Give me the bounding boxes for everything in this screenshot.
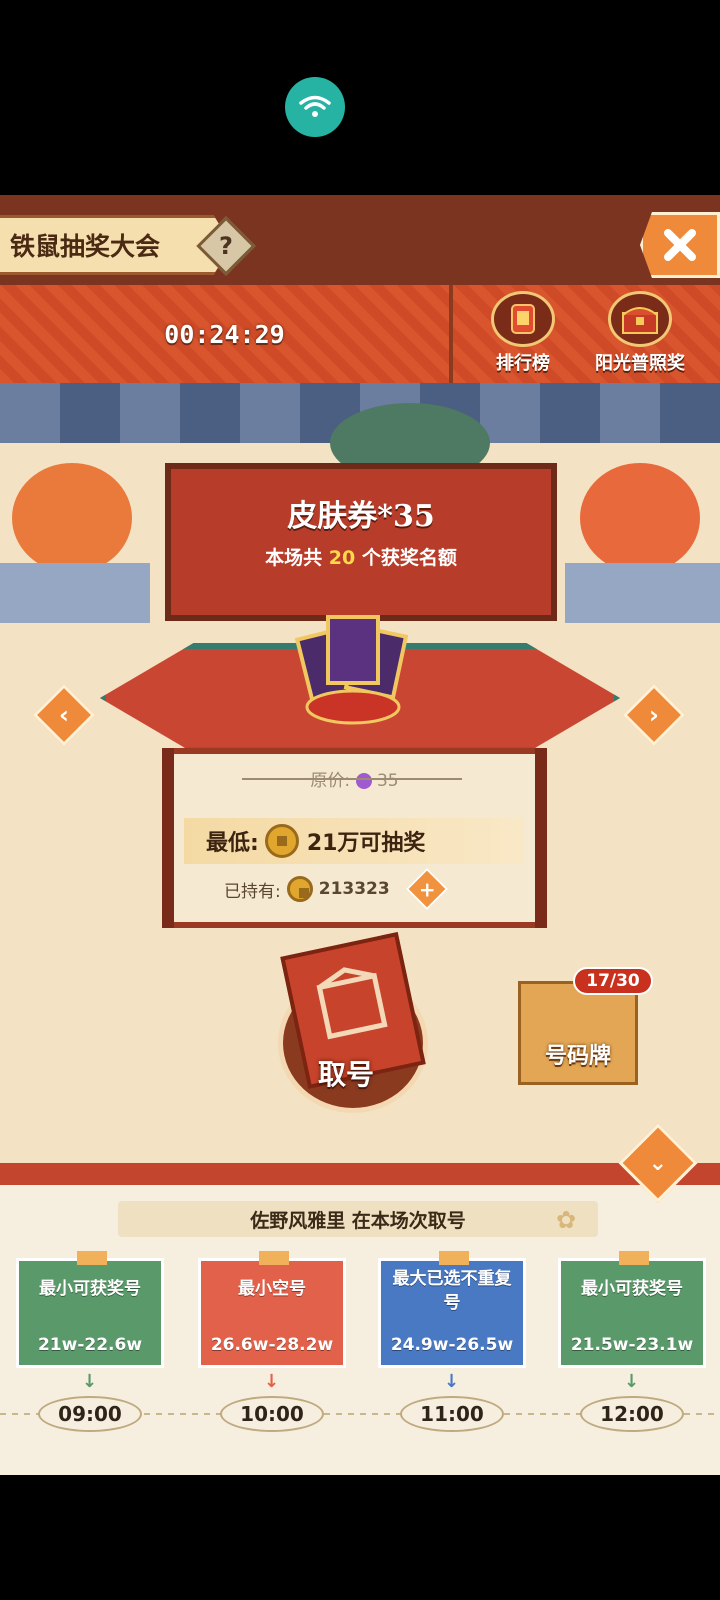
gold-coin-icon	[286, 876, 313, 902]
help-icon: ?	[219, 231, 233, 260]
countdown-box: 00:24:29	[0, 285, 453, 383]
lottery-screen: 铁鼠抽奖大会 ? 00:24:29 排行榜 阳光普照奖 皮肤券*35 本场共 2…	[0, 195, 720, 1475]
original-price-value: 35	[376, 771, 399, 791]
strikethrough	[242, 778, 462, 780]
page-title-text: 铁鼠抽奖大会	[10, 232, 161, 261]
number-range-card: 最小空号 26.6w-28.2w	[198, 1251, 346, 1368]
chevron-right-icon: ›	[649, 700, 659, 729]
sunshine-prize-button[interactable]: 阳光普照奖	[585, 291, 695, 381]
tape-pin	[77, 1251, 107, 1265]
time-slot[interactable]: 10:00	[220, 1396, 324, 1432]
range-value: 21w-22.6w	[37, 1335, 143, 1355]
tape-pin	[619, 1251, 649, 1265]
chevron-double-down-icon: ⌄	[648, 1150, 668, 1176]
flower-icon: ✿	[556, 1206, 577, 1234]
number-range-card: 最小可获奖号 21w-22.6w	[16, 1251, 164, 1368]
ranking-label: 排行榜	[496, 353, 550, 374]
original-price-label: 原价:	[310, 771, 351, 791]
range-type-label: 最小空号	[238, 1279, 306, 1299]
plus-icon: +	[418, 876, 436, 901]
treasure-chest-icon	[608, 291, 672, 347]
price-scroll: 原价: 35 最低: 21万可抽奖 已持有: 213323 +	[162, 748, 547, 928]
minimum-value: 21万可抽奖	[306, 831, 426, 856]
ranking-button[interactable]: 排行榜	[468, 291, 578, 381]
prize-stage: 皮肤券*35 本场共 20 个获奖名额 ‹ › 原价: 35 最低: 21万可抽…	[0, 383, 720, 1163]
time-slot[interactable]: 12:00	[580, 1396, 684, 1432]
orange-bush-right	[580, 463, 700, 573]
close-icon	[664, 229, 696, 261]
held-label: 已持有:	[224, 881, 281, 902]
range-type-label: 最小可获奖号	[39, 1279, 141, 1299]
range-value: 21.5w-23.1w	[570, 1335, 694, 1355]
original-price: 原价: 35	[174, 766, 535, 791]
minimum-label: 最低:	[206, 831, 259, 856]
number-card-count: 17/30	[573, 967, 653, 995]
tape-pin	[439, 1251, 469, 1265]
skin-voucher-icon	[290, 603, 420, 733]
prev-prize-button[interactable]: ‹	[32, 683, 96, 747]
countdown-timer: 00:24:29	[164, 319, 285, 349]
quota-suffix: 个获奖名额	[361, 547, 457, 569]
number-card-label: 号码牌	[544, 1044, 611, 1069]
gold-coin-icon	[264, 824, 299, 858]
tape-pin	[259, 1251, 289, 1265]
held-value: 213323	[318, 879, 390, 899]
close-button[interactable]	[640, 212, 720, 278]
quota-prefix: 本场共	[265, 547, 323, 569]
minimum-bid-row: 最低: 21万可抽奖	[184, 818, 524, 864]
add-coins-button[interactable]: +	[405, 867, 448, 911]
panel-rim	[0, 1163, 720, 1185]
sunshine-prize-label: 阳光普照奖	[595, 353, 685, 374]
bottom-panel: ⌄ ✿ 佐野风雅里 在本场次取号 ✿ 最小可获奖号21w-22.6w↓09:00…	[0, 1123, 720, 1475]
take-number-label: 取号	[318, 1058, 375, 1091]
status-bar	[0, 0, 720, 195]
banner: 00:24:29 排行榜 阳光普照奖	[0, 285, 720, 383]
arrow-down-icon: ↓	[82, 1371, 98, 1392]
arrow-down-icon: ↓	[624, 1371, 640, 1392]
quota-count: 20	[328, 547, 356, 569]
chevron-left-icon: ‹	[59, 700, 69, 729]
number-range-card: 最小可获奖号 21.5w-23.1w	[558, 1251, 706, 1368]
orange-bush-left	[12, 463, 132, 573]
prize-quota: 本场共 20 个获奖名额	[171, 543, 551, 570]
jade-icon	[355, 773, 372, 789]
prize-title-panel: 皮肤券*35 本场共 20 个获奖名额	[165, 463, 557, 621]
pot-right	[565, 563, 720, 623]
next-prize-button[interactable]: ›	[622, 683, 686, 747]
prize-title: 皮肤券*35	[287, 499, 435, 534]
range-type-label: 最大已选不重复号	[392, 1269, 512, 1313]
header: 铁鼠抽奖大会 ?	[0, 195, 720, 285]
arrow-down-icon: ↓	[444, 1371, 460, 1392]
time-slot[interactable]: 09:00	[38, 1396, 142, 1432]
session-notice-text: 佐野风雅里 在本场次取号	[250, 1209, 466, 1232]
pot-left	[0, 563, 150, 623]
range-value: 24.9w-26.5w	[390, 1335, 514, 1355]
number-range-card: 最大已选不重复号 24.9w-26.5w	[378, 1251, 526, 1368]
number-card-button[interactable]: 号码牌	[518, 981, 638, 1085]
range-value: 26.6w-28.2w	[210, 1335, 334, 1355]
session-notice: 佐野风雅里 在本场次取号	[118, 1201, 598, 1237]
time-slot[interactable]: 11:00	[400, 1396, 504, 1432]
lantern-icon	[491, 291, 555, 347]
wifi-icon	[285, 77, 345, 137]
take-number-button[interactable]: 取号	[278, 932, 438, 1113]
held-coins-row: 已持有: 213323 +	[174, 867, 535, 911]
arrow-down-icon: ↓	[264, 1371, 280, 1392]
range-type-label: 最小可获奖号	[581, 1279, 683, 1299]
